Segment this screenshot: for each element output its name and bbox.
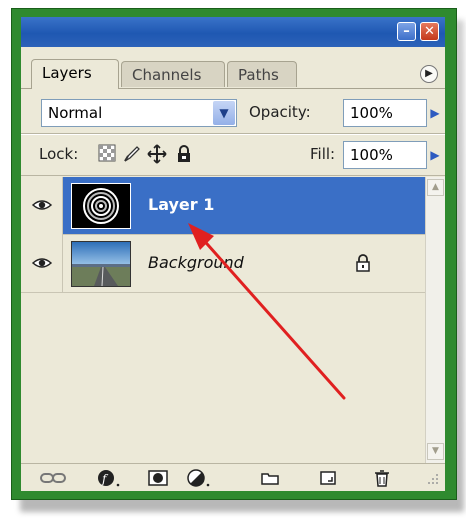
tab-layers[interactable]: Layers <box>31 59 119 89</box>
